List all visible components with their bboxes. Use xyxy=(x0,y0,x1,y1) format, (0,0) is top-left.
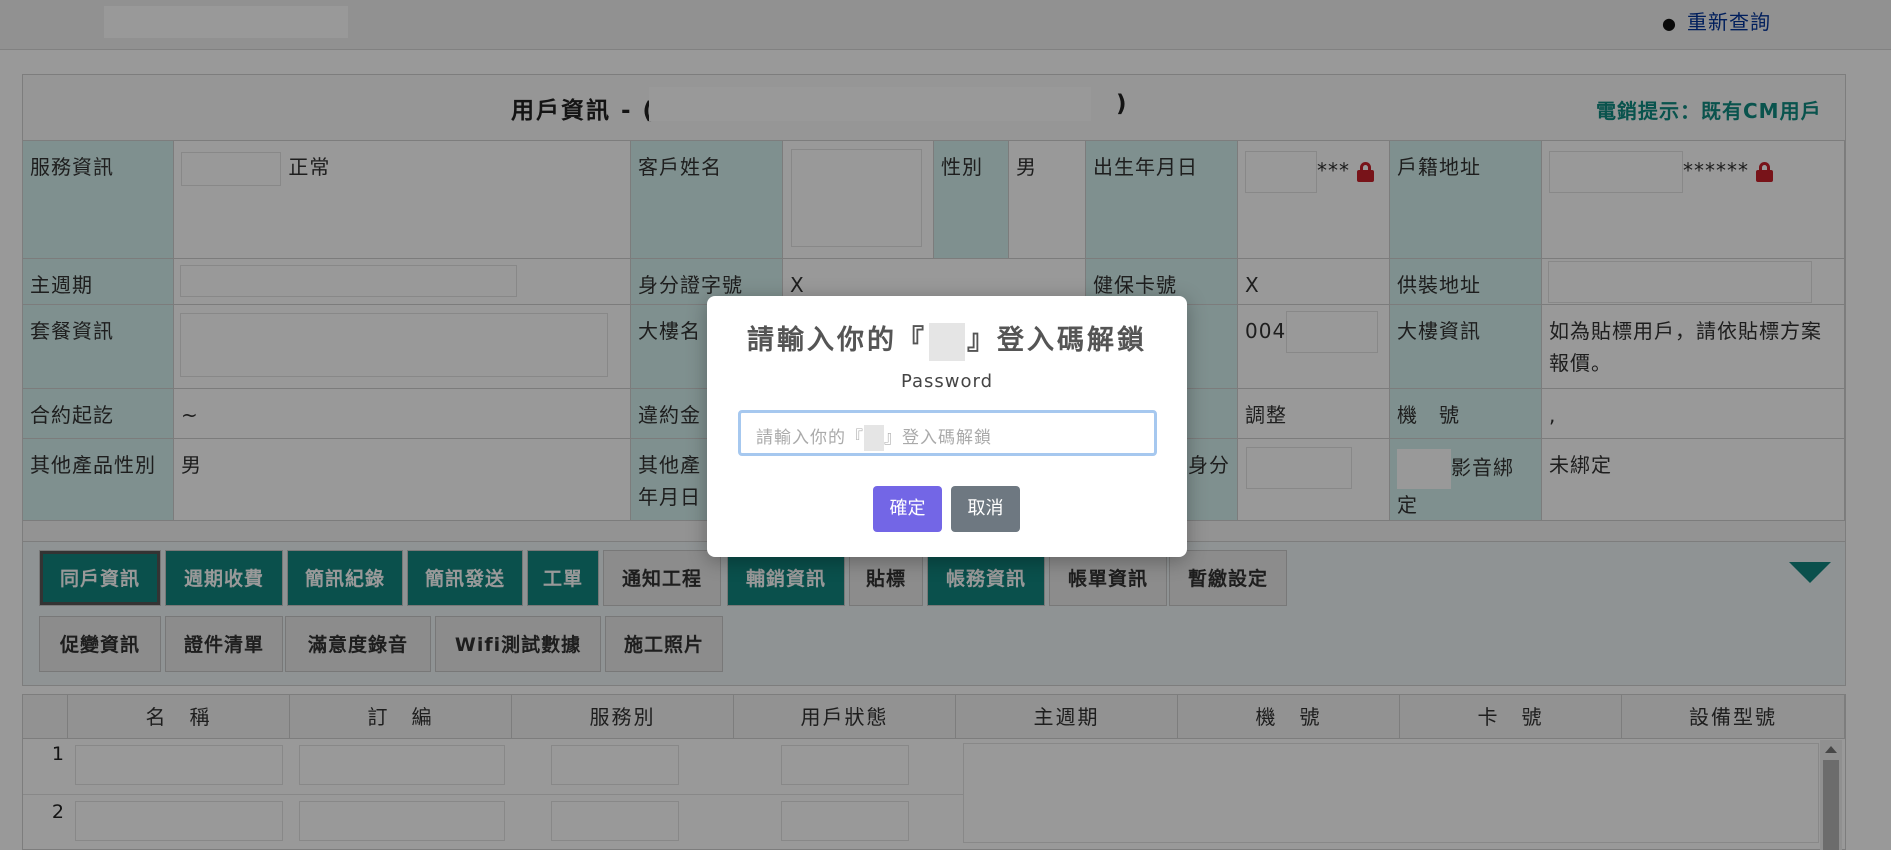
password-placeholder: 請輸入你的『 』登入碼解鎖 xyxy=(756,423,992,451)
redacted-field xyxy=(929,322,965,361)
unlock-dialog: 請輸入你的『 』登入碼解鎖 Password 請輸入你的『 』登入碼解鎖 確定 取消 xyxy=(707,296,1187,557)
dialog-title: 請輸入你的『 』登入碼解鎖 xyxy=(707,318,1187,361)
password-label: Password xyxy=(900,371,994,392)
password-input[interactable]: 請輸入你的『 』登入碼解鎖 xyxy=(738,410,1157,456)
cancel-button[interactable]: 取消 xyxy=(951,486,1020,532)
confirm-button[interactable]: 確定 xyxy=(873,486,942,532)
redacted-field xyxy=(864,425,884,451)
